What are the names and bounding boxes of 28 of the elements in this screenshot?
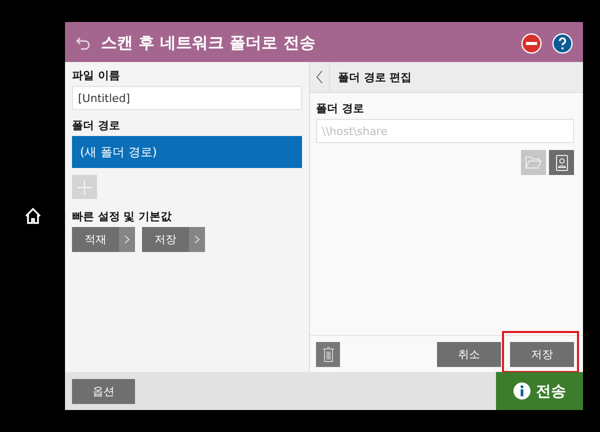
quick-set-button[interactable]: 저장 (142, 227, 205, 252)
send-button[interactable]: 전송 (496, 372, 583, 410)
chevron-left-icon (316, 70, 323, 84)
footer-button[interactable]: 취소 (437, 342, 501, 366)
contact-icon (556, 154, 568, 170)
folder-path-item[interactable]: (새 폴더 경로) (72, 136, 302, 168)
window-title: 스캔 후 네트워크 폴더로 전송 (101, 32, 316, 54)
panel-title: 폴더 경로 편집 (337, 70, 412, 84)
folder-icon (525, 156, 542, 169)
info-icon (513, 382, 531, 400)
file-name-field[interactable]: [Untitled] (72, 86, 302, 110)
trash-icon (322, 346, 334, 362)
plus-icon (77, 180, 92, 194)
footer-button[interactable]: 저장 (510, 342, 574, 366)
stop-icon[interactable] (521, 32, 542, 54)
home-icon[interactable] (24, 207, 42, 225)
field-label: 파일 이름 (72, 68, 121, 83)
chevron-icon (124, 235, 130, 244)
help-icon[interactable] (552, 32, 573, 54)
back-icon[interactable] (75, 35, 91, 51)
field-label: 폴더 경로 (72, 118, 121, 133)
contact-button[interactable] (549, 150, 574, 175)
section-label: 빠른 설정 및 기본값 (72, 209, 172, 224)
quick-set-button[interactable]: 적재 (72, 227, 135, 252)
field-label: 폴더 경로 (316, 101, 365, 116)
chevron-icon (194, 235, 200, 244)
delete-button[interactable] (316, 342, 340, 366)
options-button[interactable]: 옵션 (72, 378, 135, 404)
